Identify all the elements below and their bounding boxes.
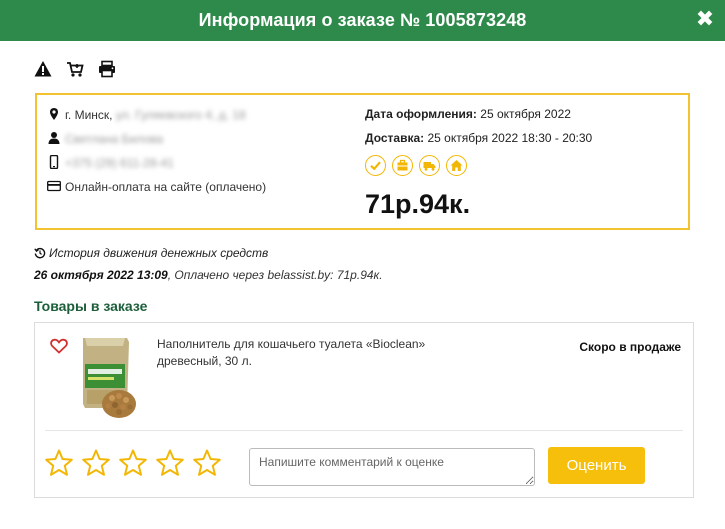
address-city: г. Минск, <box>65 108 113 122</box>
order-date-label: Дата оформления: <box>365 107 477 121</box>
payment-row: Онлайн-оплата на сайте (оплачено) <box>47 179 347 203</box>
order-summary: Дата оформления: 25 октября 2022 Доставк… <box>365 107 685 219</box>
heart-icon[interactable] <box>50 338 68 354</box>
mobile-phone-icon <box>49 155 59 169</box>
star-icon[interactable] <box>44 448 74 478</box>
star-icon[interactable] <box>81 448 111 478</box>
delivery-time: Доставка: 25 октября 2022 18:30 - 20:30 <box>365 131 685 155</box>
star-icon[interactable] <box>118 448 148 478</box>
delivery-value: 25 октября 2022 18:30 - 20:30 <box>427 131 593 145</box>
box-icon <box>392 155 413 176</box>
modal-header: Информация о заказе № 1005873248 ✖ <box>0 0 725 41</box>
address-row: г. Минск, ул. Гуляевского 4, д. 18 <box>47 107 347 131</box>
order-info-box: г. Минск, ул. Гуляевского 4, д. 18 Светл… <box>35 93 690 230</box>
payment-history-label: История движения денежных средств <box>49 246 269 260</box>
phone-row: +375 (29) 611-28-41 <box>47 155 347 179</box>
payment-method: Онлайн-оплата на сайте (оплачено) <box>65 180 267 194</box>
truck-icon <box>419 155 440 176</box>
order-total: 71р.94к. <box>365 189 471 219</box>
rate-button[interactable]: Оценить <box>548 447 645 484</box>
cart-icon[interactable] <box>66 60 84 78</box>
modal-title: Информация о заказе № 1005873248 <box>198 10 527 30</box>
star-icon[interactable] <box>155 448 185 478</box>
customer-row: Светлана Билова <box>47 131 347 155</box>
product-availability: Скоро в продаже <box>579 340 681 354</box>
order-date-value: 25 октября 2022 <box>480 107 571 121</box>
customer-name: Светлана Билова <box>65 132 164 146</box>
product-image[interactable] <box>77 334 137 418</box>
star-icon[interactable] <box>192 448 222 478</box>
location-pin-icon <box>50 108 58 120</box>
payment-history-date: 26 октября 2022 13:09 <box>34 268 168 282</box>
divider <box>45 430 683 431</box>
payment-history-text: , Оплачено через belassist.by: 71р.94к. <box>167 268 383 282</box>
order-date: Дата оформления: 25 октября 2022 <box>365 107 685 131</box>
product-name-link[interactable]: Наполнитель для кошачьего туалета «Biocl… <box>157 336 477 370</box>
payment-history-entry: 26 октября 2022 13:09, Оплачено через be… <box>34 268 383 282</box>
credit-card-icon <box>47 180 61 192</box>
warning-icon[interactable] <box>34 60 52 78</box>
rating-comment-input[interactable] <box>249 448 535 486</box>
print-icon[interactable] <box>98 60 116 78</box>
check-icon <box>365 155 386 176</box>
close-icon[interactable]: ✖ <box>693 6 717 32</box>
order-item-card: Наполнитель для кошачьего туалета «Biocl… <box>34 322 694 498</box>
history-icon <box>34 247 46 259</box>
customer-phone: +375 (29) 611-28-41 <box>65 156 174 170</box>
user-icon <box>48 132 60 144</box>
order-items-title: Товары в заказе <box>34 298 148 314</box>
home-icon <box>446 155 467 176</box>
delivery-label: Доставка: <box>365 131 425 145</box>
address-street: ул. Гуляевского 4, д. 18 <box>115 108 246 122</box>
delivery-details: г. Минск, ул. Гуляевского 4, д. 18 Светл… <box>47 107 347 203</box>
payment-history-title: История движения денежных средств <box>34 246 268 260</box>
